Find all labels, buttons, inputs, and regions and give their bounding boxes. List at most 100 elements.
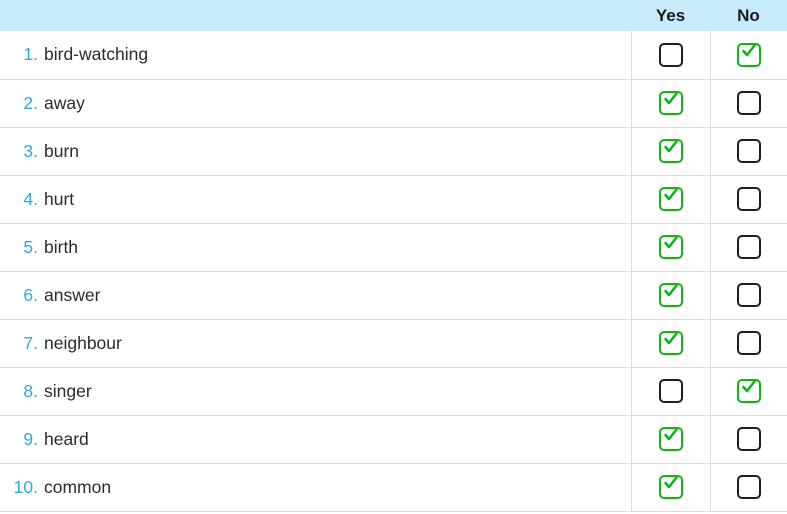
checkbox-checked-icon[interactable] xyxy=(659,427,683,451)
checkbox-checked-icon[interactable] xyxy=(737,43,761,67)
item-word: birth xyxy=(44,237,78,258)
check-mark-icon xyxy=(664,188,678,202)
no-cell[interactable] xyxy=(710,175,787,223)
checkbox-empty-icon[interactable] xyxy=(737,427,761,451)
word-cell: 3. burn xyxy=(0,127,631,175)
word-cell: 6. answer xyxy=(0,271,631,319)
item-word: away xyxy=(44,93,85,114)
item-word: burn xyxy=(44,141,79,162)
word-line: 6. answer xyxy=(0,285,631,306)
checkbox-checked-icon[interactable] xyxy=(659,283,683,307)
checkbox-checked-icon[interactable] xyxy=(737,379,761,403)
checkbox-empty-icon[interactable] xyxy=(659,43,683,67)
item-word: singer xyxy=(44,381,92,402)
check-mark-icon xyxy=(664,476,678,490)
checkbox-empty-icon[interactable] xyxy=(737,91,761,115)
word-line: 10.common xyxy=(0,477,631,498)
yes-cell[interactable] xyxy=(631,127,710,175)
table-row: 4. hurt xyxy=(0,175,787,223)
yes-cell[interactable] xyxy=(631,463,710,511)
item-word: common xyxy=(44,477,111,498)
word-cell: 7. neighbour xyxy=(0,319,631,367)
word-cell: 5. birth xyxy=(0,223,631,271)
yes-cell[interactable] xyxy=(631,79,710,127)
header-word-column xyxy=(0,0,631,31)
yes-cell[interactable] xyxy=(631,415,710,463)
item-number: 9. xyxy=(0,429,38,450)
checkbox-empty-icon[interactable] xyxy=(737,139,761,163)
no-cell[interactable] xyxy=(710,271,787,319)
no-cell[interactable] xyxy=(710,223,787,271)
word-line: 2. away xyxy=(0,93,631,114)
word-cell: 10.common xyxy=(0,463,631,511)
header-row: Yes No xyxy=(0,0,787,31)
check-mark-icon xyxy=(664,236,678,250)
table-row: 10.common xyxy=(0,463,787,511)
word-line: 3. burn xyxy=(0,141,631,162)
word-cell: 8. singer xyxy=(0,367,631,415)
yes-cell[interactable] xyxy=(631,367,710,415)
item-word: heard xyxy=(44,429,89,450)
table-header: Yes No xyxy=(0,0,787,31)
table-row: 1. bird-watching xyxy=(0,31,787,79)
table-row: 6. answer xyxy=(0,271,787,319)
checkbox-checked-icon[interactable] xyxy=(659,235,683,259)
word-line: 4. hurt xyxy=(0,189,631,210)
table-body: 1. bird-watching 2. away 3. burn 4. hurt 5. birth… xyxy=(0,31,787,511)
word-line: 7. neighbour xyxy=(0,333,631,354)
table-row: 9. heard xyxy=(0,415,787,463)
checkbox-checked-icon[interactable] xyxy=(659,475,683,499)
item-number: 7. xyxy=(0,333,38,354)
no-cell[interactable] xyxy=(710,127,787,175)
word-cell: 4. hurt xyxy=(0,175,631,223)
item-number: 8. xyxy=(0,381,38,402)
no-cell[interactable] xyxy=(710,463,787,511)
item-word: bird-watching xyxy=(44,44,148,65)
checkbox-checked-icon[interactable] xyxy=(659,187,683,211)
checkbox-checked-icon[interactable] xyxy=(659,91,683,115)
item-word: hurt xyxy=(44,189,74,210)
check-mark-icon xyxy=(664,284,678,298)
item-word: answer xyxy=(44,285,100,306)
no-cell[interactable] xyxy=(710,79,787,127)
no-cell[interactable] xyxy=(710,31,787,79)
check-mark-icon xyxy=(742,380,756,394)
table-row: 3. burn xyxy=(0,127,787,175)
checkbox-empty-icon[interactable] xyxy=(737,475,761,499)
header-yes-column: Yes xyxy=(631,0,710,31)
table-row: 2. away xyxy=(0,79,787,127)
table-row: 5. birth xyxy=(0,223,787,271)
word-line: 1. bird-watching xyxy=(0,44,631,65)
checkbox-empty-icon[interactable] xyxy=(659,379,683,403)
item-number: 6. xyxy=(0,285,38,306)
no-cell[interactable] xyxy=(710,367,787,415)
item-number: 1. xyxy=(0,44,38,65)
checkbox-empty-icon[interactable] xyxy=(737,331,761,355)
checkbox-empty-icon[interactable] xyxy=(737,235,761,259)
item-word: neighbour xyxy=(44,333,122,354)
word-cell: 1. bird-watching xyxy=(0,31,631,79)
survey-table: Yes No 1. bird-watching 2. away 3. burn 4. hurt… xyxy=(0,0,787,512)
checkbox-checked-icon[interactable] xyxy=(659,139,683,163)
yes-cell[interactable] xyxy=(631,175,710,223)
word-cell: 9. heard xyxy=(0,415,631,463)
header-no-column: No xyxy=(710,0,787,31)
item-number: 2. xyxy=(0,93,38,114)
yes-cell[interactable] xyxy=(631,223,710,271)
item-number: 5. xyxy=(0,237,38,258)
checkbox-checked-icon[interactable] xyxy=(659,331,683,355)
check-mark-icon xyxy=(664,428,678,442)
check-mark-icon xyxy=(742,44,756,58)
word-line: 9. heard xyxy=(0,429,631,450)
yes-cell[interactable] xyxy=(631,31,710,79)
check-mark-icon xyxy=(664,92,678,106)
yes-cell[interactable] xyxy=(631,271,710,319)
word-line: 5. birth xyxy=(0,237,631,258)
yes-cell[interactable] xyxy=(631,319,710,367)
no-cell[interactable] xyxy=(710,319,787,367)
checkbox-empty-icon[interactable] xyxy=(737,187,761,211)
no-cell[interactable] xyxy=(710,415,787,463)
checkbox-empty-icon[interactable] xyxy=(737,283,761,307)
item-number: 4. xyxy=(0,189,38,210)
item-number: 3. xyxy=(0,141,38,162)
